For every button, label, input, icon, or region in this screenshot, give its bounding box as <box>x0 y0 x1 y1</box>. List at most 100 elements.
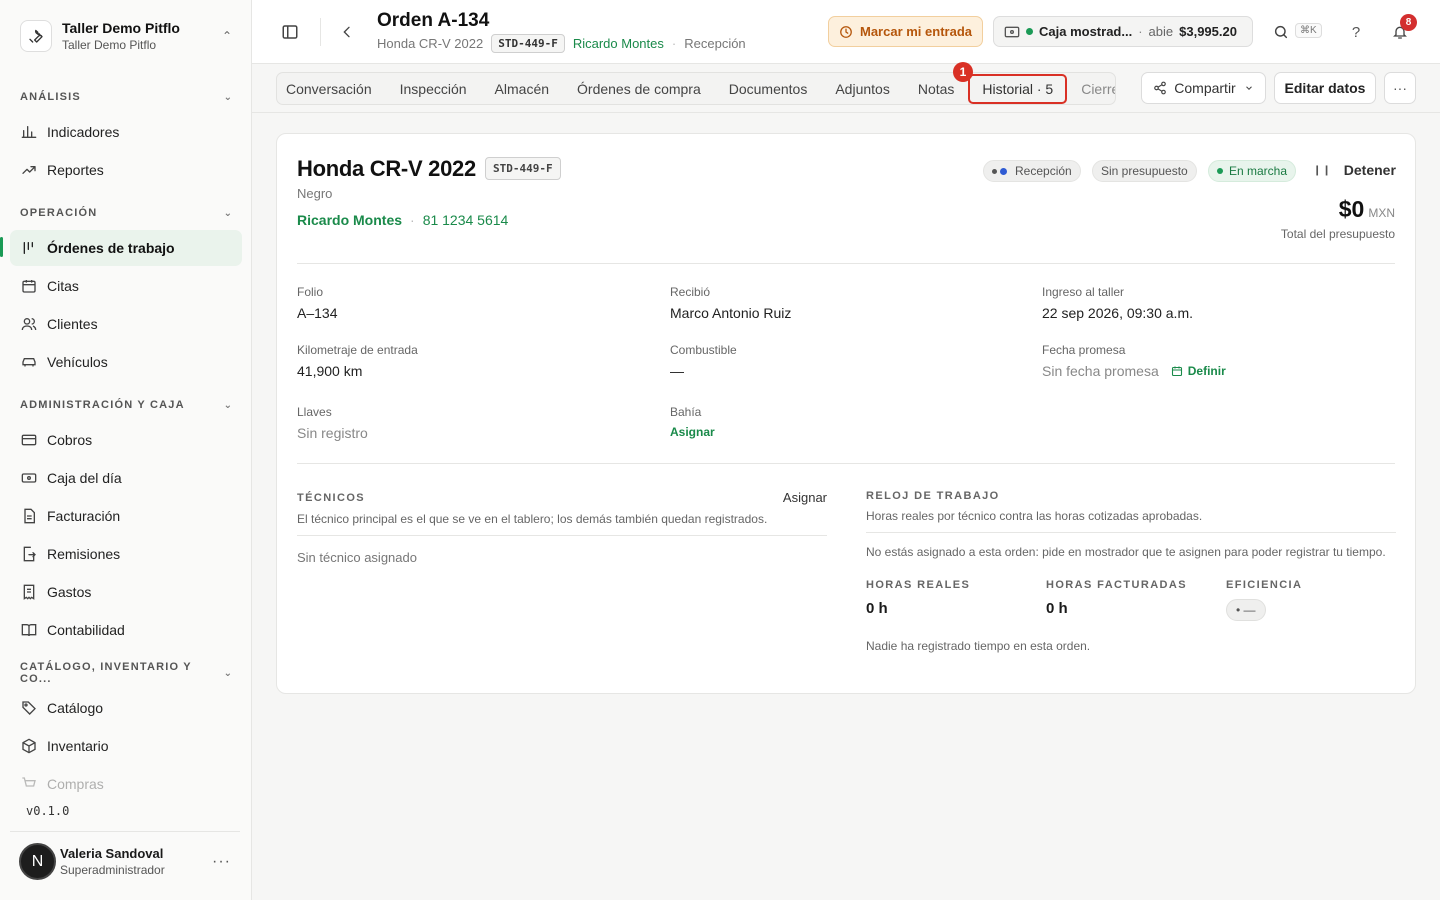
client-link[interactable]: Ricardo Montes <box>297 212 402 228</box>
tab-adjuntos[interactable]: Adjuntos <box>835 81 889 97</box>
sidebar-item-label: Citas <box>47 278 79 294</box>
separator: · <box>410 212 415 228</box>
hours-stats: HORAS REALES 0 h HORAS FACTURADAS 0 h EF… <box>866 579 1396 621</box>
stat-value: 0 h <box>866 600 888 617</box>
annotation-marker: 1 <box>953 62 973 82</box>
chevron-down-icon <box>1245 86 1252 90</box>
box-icon <box>20 737 38 755</box>
assign-technician-button[interactable]: Asignar <box>783 490 827 505</box>
section-toggle-admin[interactable]: ADMINISTRACIÓN Y CAJA ⌄ <box>10 390 242 420</box>
efficiency-badge: • — <box>1226 599 1266 621</box>
sidebar-item-cobros[interactable]: Cobros <box>10 422 242 458</box>
tab-conversacion[interactable]: Conversación <box>286 81 372 97</box>
sidebar-item-caja[interactable]: Caja del día <box>10 460 242 496</box>
sidebar-item-indicadores[interactable]: Indicadores <box>10 114 242 150</box>
total-label: Total del presupuesto <box>1280 227 1395 241</box>
sidebar-item-label: Remisiones <box>47 546 121 562</box>
more-options-button[interactable]: ··· <box>1384 72 1416 104</box>
tab-cierre[interactable]: Cierre <box>1081 81 1115 97</box>
user-menu[interactable]: N Valeria Sandoval Superadministrador ··… <box>10 831 240 891</box>
field-value: 41,900 km <box>297 363 363 379</box>
notifications-badge: 8 <box>1400 14 1417 31</box>
chevron-down-icon: ⌄ <box>223 207 232 219</box>
work-clock-panel: RELOJ DE TRABAJO Horas reales por técnic… <box>866 490 1396 653</box>
stat-label: EFICIENCIA <box>1226 579 1303 591</box>
more-horizontal-icon[interactable]: ··· <box>212 853 231 871</box>
sidebar-item-inventario[interactable]: Inventario <box>10 728 242 764</box>
sidebar-item-reportes[interactable]: Reportes <box>10 152 242 188</box>
checkin-button[interactable]: Marcar mi entrada <box>828 16 983 47</box>
sidebar-item-compras[interactable]: Compras <box>10 766 242 802</box>
phone-link[interactable]: 81 1234 5614 <box>423 212 509 228</box>
field-bahia: Bahía Asignar <box>670 405 715 439</box>
toggle-sidebar-button[interactable] <box>274 16 306 48</box>
tab-documentos[interactable]: Documentos <box>729 81 808 97</box>
field-label: Fecha promesa <box>1042 343 1126 357</box>
sidebar-item-vehiculos[interactable]: Vehículos <box>10 344 242 380</box>
sidebar-item-ordenes[interactable]: Órdenes de trabajo <box>10 230 242 266</box>
plate-badge: STD-449-F <box>485 157 561 180</box>
divider <box>297 535 827 536</box>
search-icon <box>1274 25 1288 39</box>
cash-register-button[interactable]: Caja mostrad... · abie $3,995.20 <box>993 16 1253 47</box>
client-link[interactable]: Ricardo Montes <box>573 36 664 51</box>
plate-badge: STD-449-F <box>491 34 565 53</box>
dot-icon <box>1217 168 1223 174</box>
stat-label: HORAS REALES <box>866 579 971 591</box>
car-icon <box>20 353 38 371</box>
status-chip: En marcha <box>1208 160 1297 182</box>
cash-register-icon <box>20 469 38 487</box>
avatar: N <box>19 843 56 880</box>
search-button[interactable] <box>1265 16 1297 48</box>
tab-ordenes-compra[interactable]: Órdenes de compra <box>577 81 701 97</box>
sidebar-item-gastos[interactable]: Gastos <box>10 574 242 610</box>
field-folio: Folio A–134 <box>297 285 337 321</box>
sidebar-item-catalogo[interactable]: Catálogo <box>10 690 242 726</box>
back-button[interactable] <box>331 16 363 48</box>
help-button[interactable]: ? <box>1340 16 1372 48</box>
sidebar-item-contabilidad[interactable]: Contabilidad <box>10 612 242 648</box>
budget-total: $0 MXN Total del presupuesto <box>1281 196 1395 241</box>
section-toggle-operacion[interactable]: OPERACIÓN ⌄ <box>10 198 242 228</box>
receipt-icon <box>20 583 38 601</box>
client-info: Ricardo Montes · 81 1234 5614 <box>297 212 508 228</box>
assign-bay-button[interactable]: Asignar <box>670 425 715 439</box>
trend-up-icon <box>20 161 38 179</box>
define-date-button[interactable]: Definir <box>1171 364 1226 378</box>
vehicle-color: Negro <box>297 186 333 201</box>
section-toggle-analisis[interactable]: ANÁLISIS ⌄ <box>10 82 242 112</box>
user-name: Valeria Sandoval <box>60 846 164 861</box>
stage-chip: Recepción <box>983 160 1081 182</box>
tab-notas[interactable]: Notas <box>918 81 955 97</box>
dot-icon <box>992 168 997 174</box>
tab-almacen[interactable]: Almacén <box>495 81 549 97</box>
separator: · <box>1138 24 1143 39</box>
share-label: Compartir <box>1174 80 1236 96</box>
sidebar-item-citas[interactable]: Citas <box>10 268 242 304</box>
edit-data-button[interactable]: Editar datos <box>1274 72 1376 104</box>
field-llaves: Llaves Sin registro <box>297 405 368 441</box>
tab-inspeccion[interactable]: Inspección <box>400 81 467 97</box>
define-label: Definir <box>1187 364 1226 378</box>
stop-button[interactable]: ❙❙ Detener <box>1313 162 1396 178</box>
file-export-icon <box>20 545 38 563</box>
sidebar-item-label: Clientes <box>47 316 98 332</box>
cash-state: abie <box>1148 24 1174 39</box>
sidebar-item-remisiones[interactable]: Remisiones <box>10 536 242 572</box>
vehicle-label: Honda CR-V 2022 <box>377 36 484 51</box>
sidebar-item-facturacion[interactable]: Facturación <box>10 498 242 534</box>
workspace-switcher[interactable]: Taller Demo Pitflo Taller Demo Pitflo ⌃ <box>10 10 242 62</box>
sidebar-item-label: Órdenes de trabajo <box>47 240 175 256</box>
stat-efficiency: EFICIENCIA • — <box>1226 579 1302 621</box>
wrench-icon <box>20 20 52 52</box>
field-recibio: Recibió Marco Antonio Ruiz <box>670 285 791 321</box>
technicians-panel: TÉCNICOS Asignar El técnico principal es… <box>297 490 827 565</box>
section-toggle-catalogo[interactable]: CATÁLOGO, INVENTARIO Y CO... ⌄ <box>10 658 242 688</box>
workspace-name: Taller Demo Pitflo <box>62 20 180 36</box>
book-icon <box>20 621 38 639</box>
tab-historial[interactable]: Historial · 5 <box>968 73 1068 104</box>
share-button[interactable]: Compartir <box>1141 72 1266 104</box>
checkin-label: Marcar mi entrada <box>860 24 972 39</box>
sidebar-item-clientes[interactable]: Clientes <box>10 306 242 342</box>
stage-label: Recepción <box>684 36 746 51</box>
